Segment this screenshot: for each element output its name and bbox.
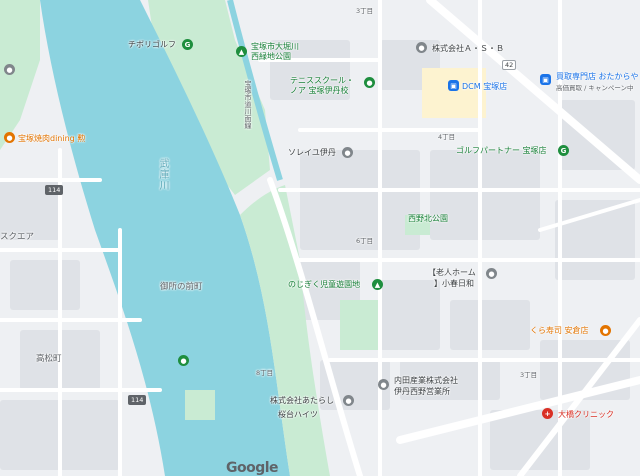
poi-label-kura-sushi[interactable]: くら寿司 安倉店 — [530, 326, 589, 336]
poi-label-nishino-park[interactable]: 西野北公園 — [408, 214, 448, 224]
building-icon[interactable]: ● — [342, 147, 353, 158]
map-canvas[interactable]: 武庫川 宝塚市道川面線 スクエア 御所の前町 高松町 3丁目 4丁目 6丁目 8… — [0, 0, 640, 476]
chome-label-8: 8丁目 — [256, 369, 274, 377]
shop-icon[interactable]: ▣ — [540, 74, 551, 85]
poi-label-ohashi[interactable]: 大橋クリニック — [558, 410, 614, 420]
chome-label-3b: 3丁目 — [520, 371, 538, 379]
golf-icon[interactable]: G — [182, 39, 193, 50]
route-shield-114-a: 114 — [45, 185, 64, 195]
route-shield-114-b: 114 — [128, 395, 147, 405]
poi-label-golf-partner[interactable]: ゴルフパートナー 宝塚店 — [456, 146, 547, 156]
area-label-goshonomae: 御所の前町 — [160, 282, 203, 292]
chome-label-6: 6丁目 — [356, 237, 374, 245]
poi-label-rojin-home[interactable]: 【老人ホーム — [428, 268, 476, 278]
poi-label-tennis-school-2[interactable]: ノア 宝塚伊丹校 — [290, 86, 349, 96]
golf-shop-icon[interactable]: G — [558, 145, 569, 156]
poi-icon-west[interactable]: ● — [4, 64, 15, 75]
poi-label-yakiniku[interactable]: 宝塚焼肉dining 勲 — [18, 134, 85, 144]
poi-label-nojigiku[interactable]: のじぎく児童遊園地 — [288, 280, 360, 290]
restaurant-icon[interactable]: ● — [600, 325, 611, 336]
poi-label-chibori-golf[interactable]: チボリゴルフ — [128, 40, 176, 50]
playground-icon[interactable]: ▲ — [372, 279, 383, 290]
poi-label-sakuradai[interactable]: 桜台ハイツ — [278, 410, 318, 420]
poi-label-dcm[interactable]: DCM 宝塚店 — [462, 82, 507, 92]
river-label: 武庫川 — [157, 158, 168, 191]
clinic-icon[interactable]: + — [542, 408, 553, 419]
poi-label-uchida-2[interactable]: 伊丹西野営業所 — [394, 387, 450, 397]
park-icon-river[interactable]: ● — [178, 355, 189, 366]
poi-label-atarashi[interactable]: 株式会社あたらし — [270, 396, 334, 406]
area-label-takamatsu: 高松町 — [36, 354, 62, 364]
poi-label-sorei-itami[interactable]: ソレイユ伊丹 — [288, 148, 336, 158]
restaurant-icon-yakiniku[interactable]: ● — [4, 132, 15, 143]
poi-label-kaitori-sub[interactable]: 高価買取 / キャンペーン中 — [556, 83, 634, 93]
office-icon[interactable]: ● — [343, 395, 354, 406]
chome-label-4: 4丁目 — [438, 133, 456, 141]
tennis-icon[interactable]: ● — [364, 77, 375, 88]
area-label-square: スクエア — [0, 232, 35, 242]
nursing-home-icon[interactable]: ● — [486, 268, 497, 279]
chome-label-3: 3丁目 — [356, 7, 374, 15]
poi-label-oohorigawa-park[interactable]: 宝塚市大堀川 — [251, 42, 299, 52]
poi-label-oohorigawa-park-2[interactable]: 西緑地公園 — [251, 52, 291, 62]
route-shield-42: 42 — [502, 60, 517, 70]
street-label: 宝塚市道川面線 — [244, 80, 252, 129]
google-logo: Google — [226, 460, 279, 476]
store-icon[interactable]: ▣ — [448, 80, 459, 91]
company-icon[interactable]: ● — [416, 42, 427, 53]
factory-icon[interactable]: ● — [378, 379, 389, 390]
poi-label-uchida[interactable]: 内田産業株式会社 — [394, 376, 458, 386]
park-icon[interactable]: ▲ — [236, 46, 247, 57]
poi-label-company-asb[interactable]: 株式会社Ａ・Ｓ・Ｂ — [432, 44, 504, 54]
poi-label-tennis-school[interactable]: テニススクール・ — [290, 76, 354, 86]
poi-label-kaitori[interactable]: 買取専門店 おたからや — [556, 72, 639, 82]
poi-label-rojin-home-2[interactable]: 】小春日和 — [434, 279, 474, 289]
